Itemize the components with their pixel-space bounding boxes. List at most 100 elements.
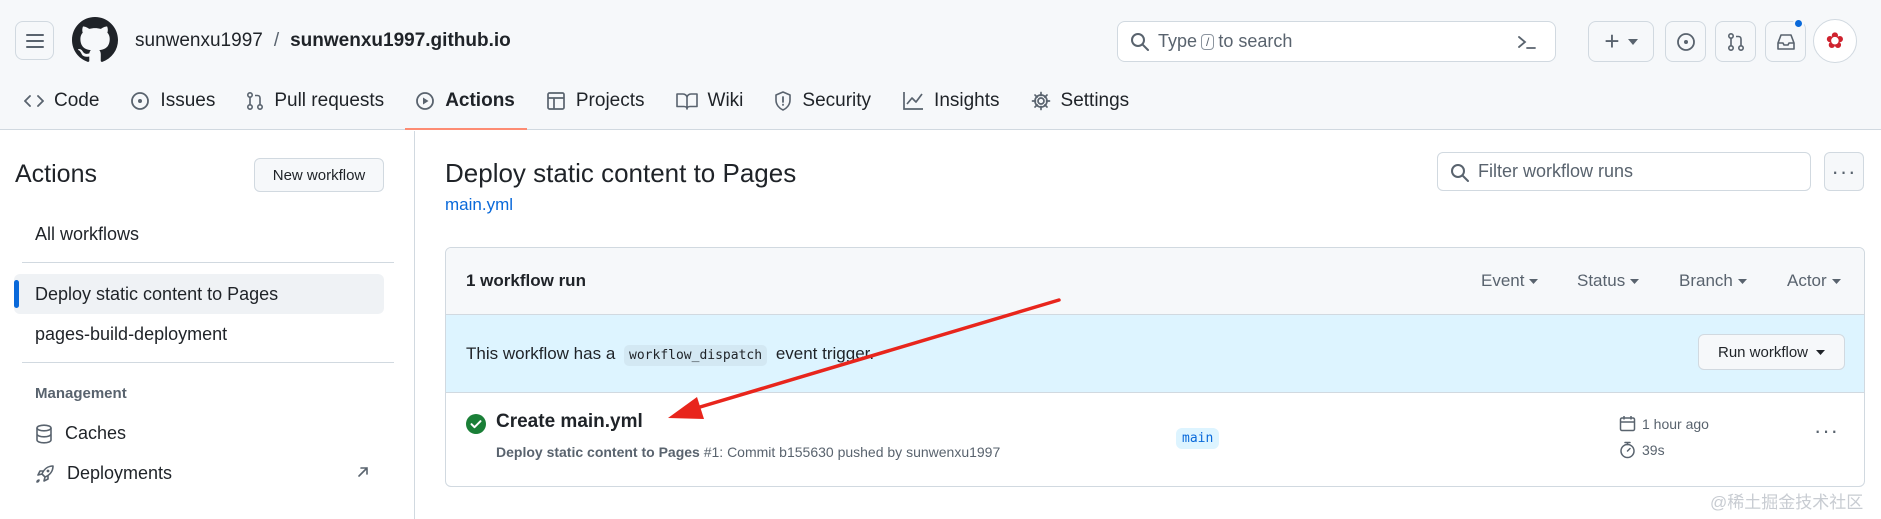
- repo-name-link[interactable]: sunwenxu1997.github.io: [290, 30, 511, 52]
- filter-status-label: Status: [1577, 271, 1626, 290]
- pull-request-icon: [1727, 32, 1744, 51]
- banner-prefix: This workflow has a: [466, 344, 616, 363]
- run-workflow-button[interactable]: Run workflow: [1698, 334, 1845, 370]
- kebab-horizontal-icon: ···: [1831, 158, 1857, 184]
- workflow-run-row[interactable]: Create main.yml Deploy static content to…: [446, 393, 1864, 486]
- tab-insights[interactable]: Insights: [902, 86, 1000, 116]
- sidebar-item-caches-label: Caches: [65, 423, 127, 443]
- workflow-dispatch-banner: This workflow has a workflow_dispatch ev…: [446, 315, 1864, 393]
- menu-button[interactable]: [15, 21, 54, 60]
- run-actions-menu[interactable]: ···: [1814, 418, 1839, 444]
- filter-placeholder: Filter workflow runs: [1478, 161, 1634, 181]
- tab-actions-label: Actions: [445, 90, 515, 111]
- sidebar-item-deploy-static-content[interactable]: Deploy static content to Pages: [35, 284, 278, 305]
- tab-projects-label: Projects: [575, 90, 645, 111]
- banner-code: workflow_dispatch: [624, 345, 768, 366]
- search-icon: [1451, 164, 1469, 182]
- issue-opened-icon: [1676, 32, 1695, 51]
- chevron-down-icon: [1630, 278, 1640, 284]
- run-meta: Deploy static content to Pages #1: Commi…: [496, 444, 1000, 460]
- banner-suffix: event trigger.: [775, 344, 875, 363]
- external-link-arrow-icon: [358, 467, 368, 477]
- play-icon: [416, 92, 435, 110]
- runs-box-header: 1 workflow run Event Status Branch Actor: [446, 248, 1864, 315]
- inbox-icon: [1776, 33, 1795, 50]
- filter-branch-dropdown[interactable]: Branch: [1679, 271, 1747, 291]
- chevron-down-icon: [1816, 349, 1826, 355]
- run-time-ago-label: 1 hour ago: [1642, 415, 1709, 432]
- stopwatch-icon: [1620, 441, 1635, 459]
- your-issues-button[interactable]: [1665, 21, 1706, 62]
- kebab-horizontal-icon: ···: [1814, 418, 1839, 443]
- tab-wiki[interactable]: Wiki: [675, 86, 744, 116]
- filter-status-dropdown[interactable]: Status: [1577, 271, 1640, 291]
- pull-request-icon: [247, 91, 264, 111]
- banner-text: This workflow has a workflow_dispatch ev…: [466, 344, 875, 366]
- tab-pull-requests[interactable]: Pull requests: [246, 86, 384, 116]
- filter-actor-label: Actor: [1787, 271, 1827, 290]
- gear-icon: [1031, 91, 1050, 111]
- global-search-input[interactable]: Type / to search: [1117, 21, 1556, 62]
- management-heading: Management: [35, 385, 127, 402]
- command-palette-button[interactable]: [1511, 27, 1543, 56]
- sidebar-divider: [22, 362, 394, 363]
- tab-wiki-label: Wiki: [707, 90, 744, 111]
- breadcrumb-separator: /: [273, 30, 280, 51]
- filter-workflow-runs-input[interactable]: Filter workflow runs: [1437, 152, 1811, 191]
- sidebar-title: Actions: [15, 160, 97, 188]
- watermark: @稀土掘金技术社区: [1710, 493, 1864, 512]
- graph-icon: [903, 92, 924, 110]
- run-time-ago: 1 hour ago: [1619, 415, 1709, 432]
- tab-code[interactable]: Code: [24, 86, 99, 116]
- run-duration-label: 39s: [1642, 442, 1665, 458]
- sidebar-item-deployments-label: Deployments: [67, 463, 173, 483]
- tab-security[interactable]: Security: [774, 86, 871, 116]
- your-pull-requests-button[interactable]: [1715, 21, 1756, 62]
- sidebar-item-deployments[interactable]: Deployments: [35, 463, 172, 484]
- filter-event-dropdown[interactable]: Event: [1481, 271, 1539, 291]
- tab-issues[interactable]: Issues: [130, 86, 215, 116]
- tab-settings-label: Settings: [1060, 90, 1130, 111]
- table-icon: [547, 92, 565, 110]
- filter-branch-label: Branch: [1679, 271, 1733, 290]
- run-commit-info: #1: Commit b155630 pushed by sunwenxu199…: [703, 444, 1001, 460]
- code-icon: [24, 95, 44, 107]
- new-workflow-button[interactable]: New workflow: [254, 158, 384, 192]
- tab-actions[interactable]: Actions: [405, 86, 527, 130]
- run-workflow-name: Deploy static content to Pages: [496, 444, 700, 460]
- tab-settings[interactable]: Settings: [1031, 86, 1130, 116]
- rocket-icon: [36, 464, 54, 483]
- repo-nav-tabs: Code Issues Pull requests Actions Projec…: [24, 86, 1160, 130]
- workflow-runs-box: 1 workflow run Event Status Branch Actor…: [445, 247, 1865, 487]
- search-suffix: to search: [1218, 31, 1293, 51]
- search-shortcut-key: /: [1201, 33, 1215, 50]
- tab-security-label: Security: [802, 90, 872, 111]
- chevron-down-icon: [1737, 278, 1747, 284]
- run-title-link[interactable]: Create main.yml: [496, 411, 643, 433]
- create-new-button[interactable]: +: [1588, 21, 1654, 62]
- plus-icon: +: [1604, 26, 1620, 56]
- check-circle-fill-icon: [466, 414, 486, 434]
- workflow-title: Deploy static content to Pages: [445, 158, 797, 188]
- avatar[interactable]: ✿: [1813, 19, 1857, 63]
- tab-projects[interactable]: Projects: [546, 86, 645, 116]
- hamburger-icon: [25, 33, 44, 48]
- sidebar-item-all-workflows[interactable]: All workflows: [35, 224, 139, 245]
- workflow-menu-button[interactable]: ···: [1824, 152, 1864, 191]
- sidebar-item-pages-build-deployment[interactable]: pages-build-deployment: [35, 324, 227, 345]
- sidebar-divider: [22, 262, 394, 263]
- filter-event-label: Event: [1481, 271, 1525, 290]
- calendar-icon: [1619, 416, 1636, 432]
- tab-pull-requests-label: Pull requests: [274, 90, 385, 111]
- filter-actor-dropdown[interactable]: Actor: [1787, 271, 1841, 291]
- notification-indicator: [1793, 18, 1804, 29]
- issue-icon: [131, 92, 150, 110]
- branch-badge[interactable]: main: [1176, 428, 1220, 449]
- chevron-down-icon: [1627, 38, 1638, 45]
- tab-code-label: Code: [54, 90, 100, 111]
- tab-issues-label: Issues: [160, 90, 216, 111]
- github-logo-icon[interactable]: [72, 17, 118, 63]
- workflow-file-link[interactable]: main.yml: [445, 195, 513, 215]
- sidebar-item-caches[interactable]: Caches: [35, 423, 126, 444]
- repo-owner-link[interactable]: sunwenxu1997: [135, 30, 263, 52]
